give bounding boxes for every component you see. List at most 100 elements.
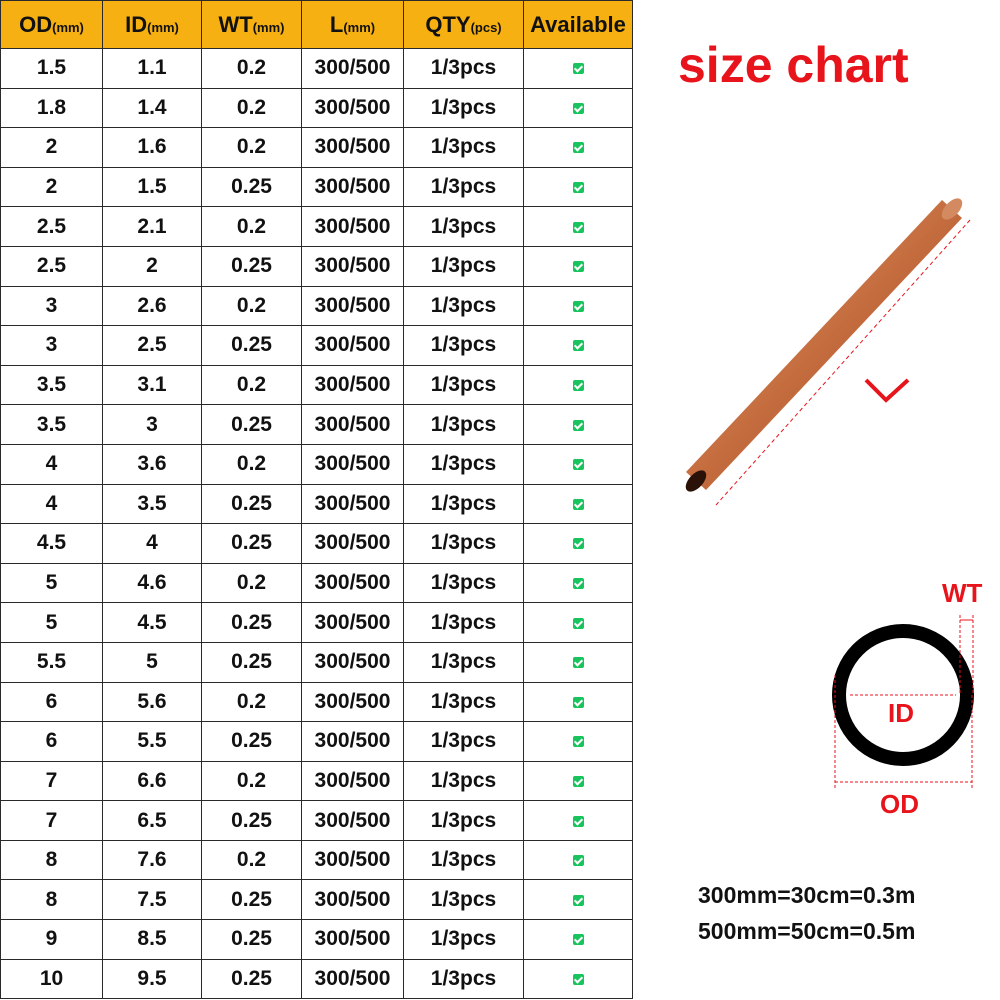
- column-header-label: OD: [19, 11, 53, 37]
- cell-qty: 1/3pcs: [403, 166, 524, 208]
- cell-available: [523, 483, 633, 525]
- check-square-icon: [572, 934, 584, 946]
- cell-id: 7.6: [102, 839, 202, 881]
- cell-l: 300/500: [301, 127, 404, 168]
- length-conversion-300: 300mm=30cm=0.3m: [698, 882, 916, 908]
- cell-qty: 1/3pcs: [403, 404, 524, 445]
- cell-available: [523, 681, 633, 723]
- table-row: 10 9.5 0.25 300/500 1/3pcs: [0, 958, 633, 1000]
- cell-l: 300/500: [301, 800, 404, 841]
- cell-od: 1.5: [0, 48, 103, 89]
- table-row: 2 1.6 0.2 300/500 1/3pcs: [0, 127, 633, 168]
- cell-od: 8: [0, 879, 103, 921]
- cell-l: 300/500: [301, 523, 404, 564]
- check-square-icon: [572, 577, 584, 589]
- check-square-icon: [572, 815, 584, 827]
- cell-qty: 1/3pcs: [403, 48, 524, 89]
- cell-id: 8.5: [102, 919, 202, 960]
- cell-id: 3: [102, 404, 202, 445]
- table-row: 6 5.5 0.25 300/500 1/3pcs: [0, 721, 633, 762]
- cell-available: [523, 879, 633, 921]
- cell-id: 2.6: [102, 285, 202, 327]
- cell-qty: 1/3pcs: [403, 127, 524, 168]
- cell-od: 4.5: [0, 523, 103, 564]
- cell-qty: 1/3pcs: [403, 602, 524, 643]
- check-square-icon: [572, 340, 584, 352]
- cell-id: 9.5: [102, 958, 202, 1000]
- cell-available: [523, 760, 633, 802]
- length-dimension-line: [715, 219, 971, 506]
- cell-wt: 0.25: [201, 483, 302, 525]
- cell-od: 7: [0, 760, 103, 802]
- cell-id: 1.5: [102, 166, 202, 208]
- column-header-label: Available: [530, 11, 626, 37]
- check-square-icon: [572, 894, 584, 906]
- check-square-icon: [572, 498, 584, 510]
- check-square-icon: [572, 775, 584, 787]
- wt-label: WT: [942, 578, 983, 608]
- cell-wt: 0.2: [201, 206, 302, 247]
- cell-available: [523, 285, 633, 327]
- cell-id: 2.1: [102, 206, 202, 247]
- column-header: Available: [523, 0, 633, 49]
- cell-od: 3.5: [0, 404, 103, 445]
- table-row: 5.5 5 0.25 300/500 1/3pcs: [0, 641, 633, 683]
- table-row: 2.5 2 0.25 300/500 1/3pcs: [0, 245, 633, 287]
- table-row: 3 2.5 0.25 300/500 1/3pcs: [0, 325, 633, 366]
- od-label: OD: [880, 789, 919, 819]
- cell-id: 5: [102, 641, 202, 683]
- table-header: OD(mm) ID(mm) WT(mm) L(mm) QTY(pcs) Available: [0, 0, 633, 49]
- cell-id: 1.1: [102, 48, 202, 89]
- cell-od: 3.5: [0, 364, 103, 406]
- check-square-icon: [572, 657, 584, 669]
- cell-wt: 0.25: [201, 325, 302, 366]
- cell-qty: 1/3pcs: [403, 641, 524, 683]
- cell-available: [523, 206, 633, 247]
- check-square-icon: [572, 142, 584, 154]
- cell-id: 6.5: [102, 800, 202, 841]
- cell-id: 3.5: [102, 483, 202, 525]
- table-row: 2.5 2.1 0.2 300/500 1/3pcs: [0, 206, 633, 247]
- cell-od: 5: [0, 562, 103, 604]
- check-square-icon: [572, 736, 584, 748]
- id-label: ID: [888, 698, 914, 728]
- header-row: OD(mm) ID(mm) WT(mm) L(mm) QTY(pcs) Available: [0, 0, 633, 49]
- cell-id: 7.5: [102, 879, 202, 921]
- length-conversion-500: 500mm=50cm=0.5m: [698, 918, 916, 944]
- cell-id: 5.5: [102, 721, 202, 762]
- copper-pipe-illustration: [685, 198, 971, 506]
- cell-available: [523, 641, 633, 683]
- cell-available: [523, 48, 633, 89]
- cell-wt: 0.2: [201, 839, 302, 881]
- cell-l: 300/500: [301, 641, 404, 683]
- cell-qty: 1/3pcs: [403, 562, 524, 604]
- table-row: 8 7.6 0.2 300/500 1/3pcs: [0, 839, 633, 881]
- cell-available: [523, 325, 633, 366]
- cell-qty: 1/3pcs: [403, 443, 524, 485]
- table-row: 5 4.5 0.25 300/500 1/3pcs: [0, 602, 633, 643]
- cell-available: [523, 245, 633, 287]
- table-row: 1.8 1.4 0.2 300/500 1/3pcs: [0, 87, 633, 129]
- cell-wt: 0.2: [201, 127, 302, 168]
- table-row: 2 1.5 0.25 300/500 1/3pcs: [0, 166, 633, 208]
- cell-wt: 0.25: [201, 641, 302, 683]
- cell-id: 2: [102, 245, 202, 287]
- table-row: 3 2.6 0.2 300/500 1/3pcs: [0, 285, 633, 327]
- column-header-unit: (mm): [52, 19, 84, 35]
- check-square-icon: [572, 63, 584, 75]
- cell-id: 1.4: [102, 87, 202, 129]
- cell-qty: 1/3pcs: [403, 800, 524, 841]
- column-header-unit: (pcs): [470, 19, 502, 35]
- cell-id: 4.5: [102, 602, 202, 643]
- cell-od: 9: [0, 919, 103, 960]
- check-square-icon: [572, 696, 584, 708]
- cell-l: 300/500: [301, 443, 404, 485]
- cell-qty: 1/3pcs: [403, 325, 524, 366]
- column-header-unit: (mm): [252, 19, 285, 35]
- cell-od: 3: [0, 285, 103, 327]
- cell-wt: 0.25: [201, 404, 302, 445]
- check-square-icon: [572, 380, 584, 391]
- column-header-label: QTY: [425, 11, 471, 37]
- cell-wt: 0.2: [201, 285, 302, 327]
- cell-available: [523, 127, 633, 168]
